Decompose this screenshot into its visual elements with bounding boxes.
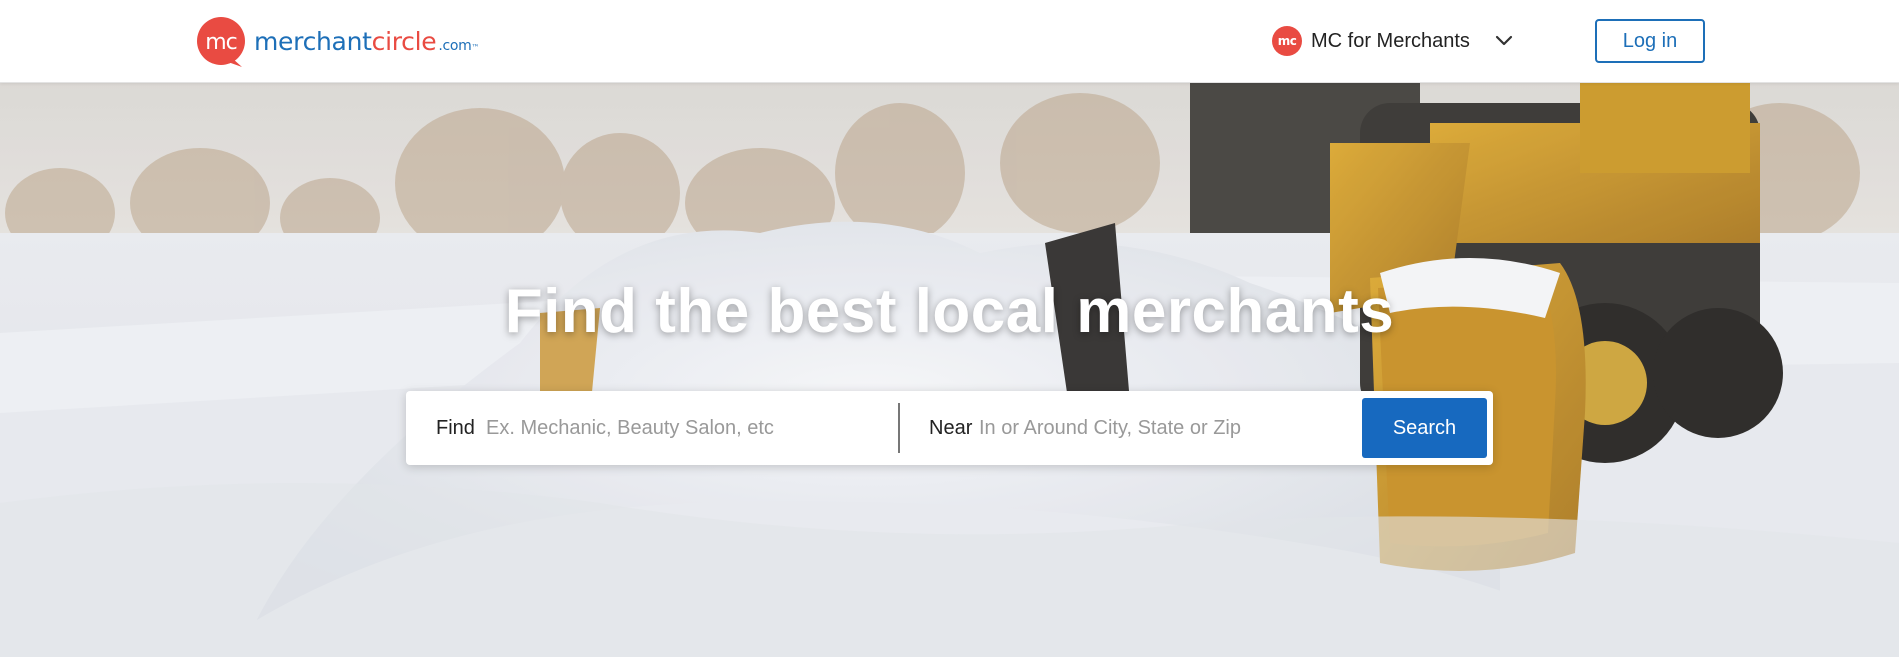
find-input[interactable] — [486, 407, 886, 449]
search-button[interactable]: Search — [1362, 398, 1487, 458]
near-input[interactable] — [979, 407, 1359, 449]
mc-for-merchants-label: MC for Merchants — [1311, 29, 1470, 52]
logo-suffix: .com — [438, 37, 472, 54]
logo-wordmark: merchant circle .com ™ — [254, 27, 479, 56]
near-label: Near — [929, 417, 973, 439]
svg-text:mc: mc — [205, 30, 237, 55]
mc-for-merchants-menu[interactable]: mc MC for Merchants — [1272, 25, 1515, 57]
logo-trademark: ™ — [471, 42, 480, 52]
logo-word-circle: circle — [371, 26, 437, 56]
hero-section: Find the best local merchants Find Near … — [0, 83, 1899, 657]
search-divider — [898, 403, 900, 453]
merchantcircle-logo[interactable]: mc merchant circle .com ™ — [194, 15, 479, 67]
mc-mini-logo-icon: mc — [1272, 26, 1302, 56]
log-in-button[interactable]: Log in — [1595, 19, 1705, 63]
search-bar: Find Near Search — [406, 391, 1493, 465]
snow-plow-hero-image — [0, 83, 1899, 657]
hero-title: Find the best local merchants — [504, 277, 1395, 346]
find-label: Find — [436, 417, 475, 439]
site-header: mc merchant circle .com ™ mc MC for Merchan… — [0, 0, 1899, 83]
logo-word-merchant: merchant — [254, 26, 372, 56]
chevron-down-icon — [1495, 35, 1513, 46]
mc-logo-icon: mc — [194, 16, 250, 67]
